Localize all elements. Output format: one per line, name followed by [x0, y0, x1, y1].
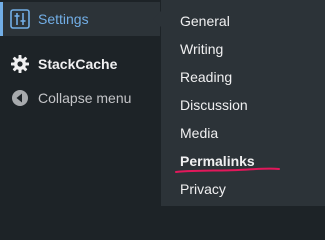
submenu-item-general[interactable]: General	[180, 13, 230, 29]
admin-sidebar: Settings StackCache Collapse menu	[0, 0, 160, 206]
gear-icon	[2, 54, 38, 74]
sidebar-item-label: Collapse menu	[38, 90, 132, 106]
sidebar-item-stackcache[interactable]: StackCache	[0, 47, 160, 81]
submenu-item-reading[interactable]: Reading	[180, 69, 232, 85]
submenu-item-discussion[interactable]: Discussion	[180, 97, 248, 113]
sidebar-item-label: StackCache	[38, 56, 118, 72]
collapse-arrow-icon	[2, 89, 38, 107]
submenu-item-privacy[interactable]: Privacy	[180, 181, 226, 197]
sidebar-item-label: Settings	[38, 11, 89, 27]
settings-sliders-icon	[2, 9, 38, 29]
annotation-underline	[175, 167, 280, 173]
settings-submenu: General Writing Reading Discussion Media…	[161, 0, 325, 206]
collapse-menu-button[interactable]: Collapse menu	[0, 81, 160, 115]
sidebar-item-settings[interactable]: Settings	[0, 2, 160, 36]
submenu-item-media[interactable]: Media	[180, 125, 218, 141]
submenu-pointer	[153, 11, 161, 27]
submenu-item-writing[interactable]: Writing	[180, 41, 223, 57]
